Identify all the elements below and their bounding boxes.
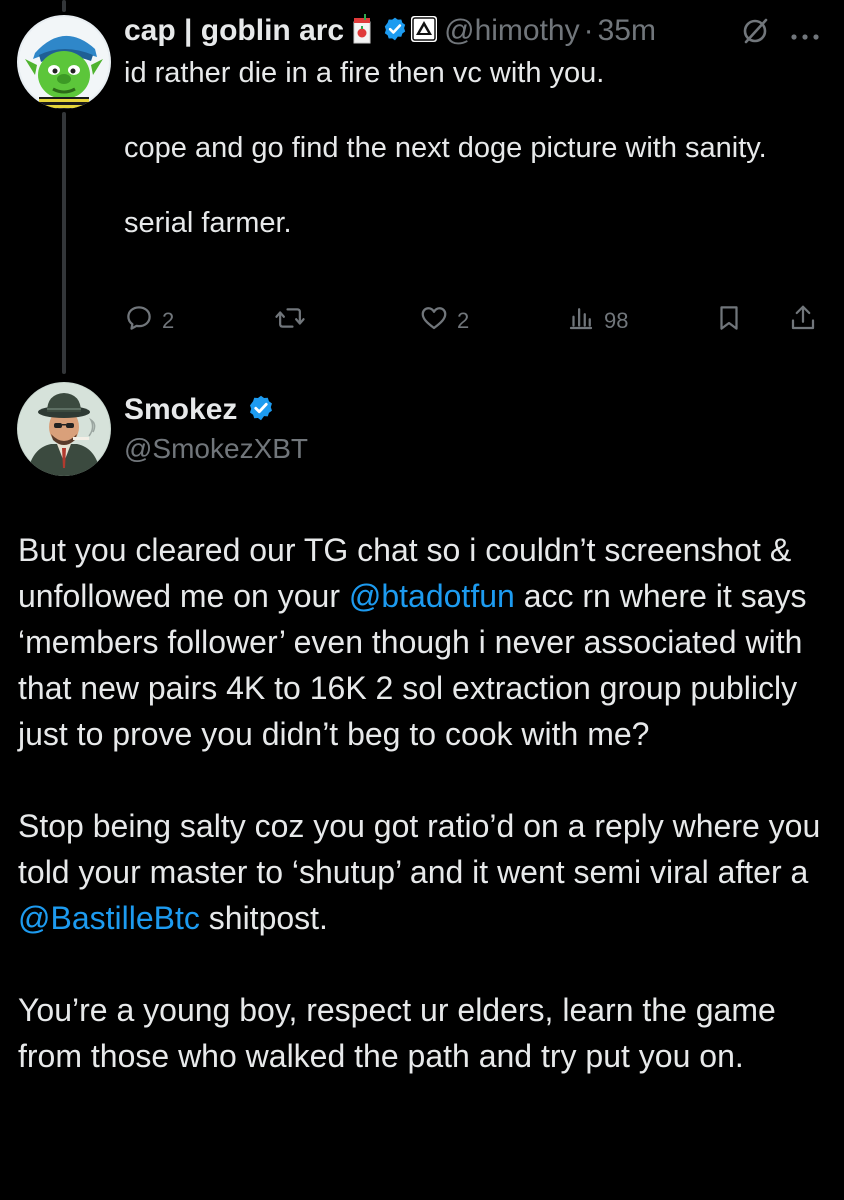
share-button[interactable] bbox=[788, 303, 818, 339]
like-count: 2 bbox=[457, 308, 470, 333]
avatar-goblin[interactable] bbox=[17, 15, 111, 109]
bookmark-icon bbox=[714, 303, 744, 339]
affiliate-badge-icon bbox=[410, 15, 438, 48]
reply-count: 2 bbox=[162, 308, 175, 333]
grok-icon[interactable] bbox=[740, 16, 770, 51]
thread-line-top bbox=[62, 0, 66, 12]
tweet1-timestamp[interactable]: 35m bbox=[598, 14, 656, 48]
tweet2-paragraph: Stop being salty coz you got ratio’d on … bbox=[18, 803, 833, 941]
avatar-smokez[interactable] bbox=[17, 382, 111, 476]
verified-badge-icon bbox=[382, 16, 408, 47]
views-count: 98 bbox=[604, 308, 629, 333]
tweet2-text-run: shitpost. bbox=[199, 900, 328, 936]
thread-line bbox=[62, 112, 66, 374]
tweet2-paragraph: You’re a young boy, respect ur elders, l… bbox=[18, 987, 833, 1079]
like-button[interactable]: 2 bbox=[419, 303, 469, 339]
tweet1-display-name[interactable]: cap | goblin arc bbox=[124, 14, 344, 48]
reply-button[interactable]: 2 bbox=[124, 303, 174, 339]
mention-link[interactable]: @btadotfun bbox=[349, 578, 515, 614]
tweet1-text: id rather die in a fire then vc with you… bbox=[124, 54, 814, 242]
views-button[interactable]: 98 bbox=[566, 303, 628, 339]
tweet2-text-run: Stop being salty coz you got ratio’d on … bbox=[18, 808, 821, 890]
tweet1-paragraph: id rather die in a fire then vc with you… bbox=[124, 57, 605, 89]
tweet2-text: But you cleared our TG chat so i couldn’… bbox=[18, 527, 833, 1079]
juice-box-emoji-icon bbox=[352, 13, 372, 49]
more-icon[interactable] bbox=[790, 28, 820, 46]
share-icon bbox=[788, 303, 818, 339]
views-icon bbox=[566, 303, 596, 339]
bookmark-button[interactable] bbox=[714, 303, 744, 339]
reply-icon bbox=[124, 303, 154, 339]
separator-dot: · bbox=[583, 14, 594, 47]
tweet-thread: cap | goblin arc @himothy · 35m id rathe… bbox=[0, 0, 844, 1200]
mention-link[interactable]: @BastilleBtc bbox=[18, 900, 200, 936]
tweet1-paragraph: serial farmer. bbox=[124, 207, 292, 239]
tweet1-header: cap | goblin arc @himothy · 35m bbox=[124, 10, 656, 52]
tweet2-header: Smokez bbox=[124, 393, 275, 427]
tweet2-text-run: You’re a young boy, respect ur elders, l… bbox=[18, 992, 776, 1074]
tweet1-handle[interactable]: @himothy bbox=[444, 14, 580, 48]
retweet-button[interactable] bbox=[274, 303, 306, 339]
tweet2-paragraph: But you cleared our TG chat so i couldn’… bbox=[18, 527, 833, 757]
like-icon bbox=[419, 303, 449, 339]
tweet1-paragraph: cope and go find the next doge picture w… bbox=[124, 132, 767, 164]
tweet2-display-name[interactable]: Smokez bbox=[124, 393, 237, 427]
tweet1-action-bar: 2 2 98 bbox=[124, 303, 824, 339]
verified-badge-icon bbox=[247, 394, 275, 427]
retweet-icon bbox=[274, 303, 306, 339]
tweet2-handle[interactable]: @SmokezXBT bbox=[124, 433, 308, 465]
